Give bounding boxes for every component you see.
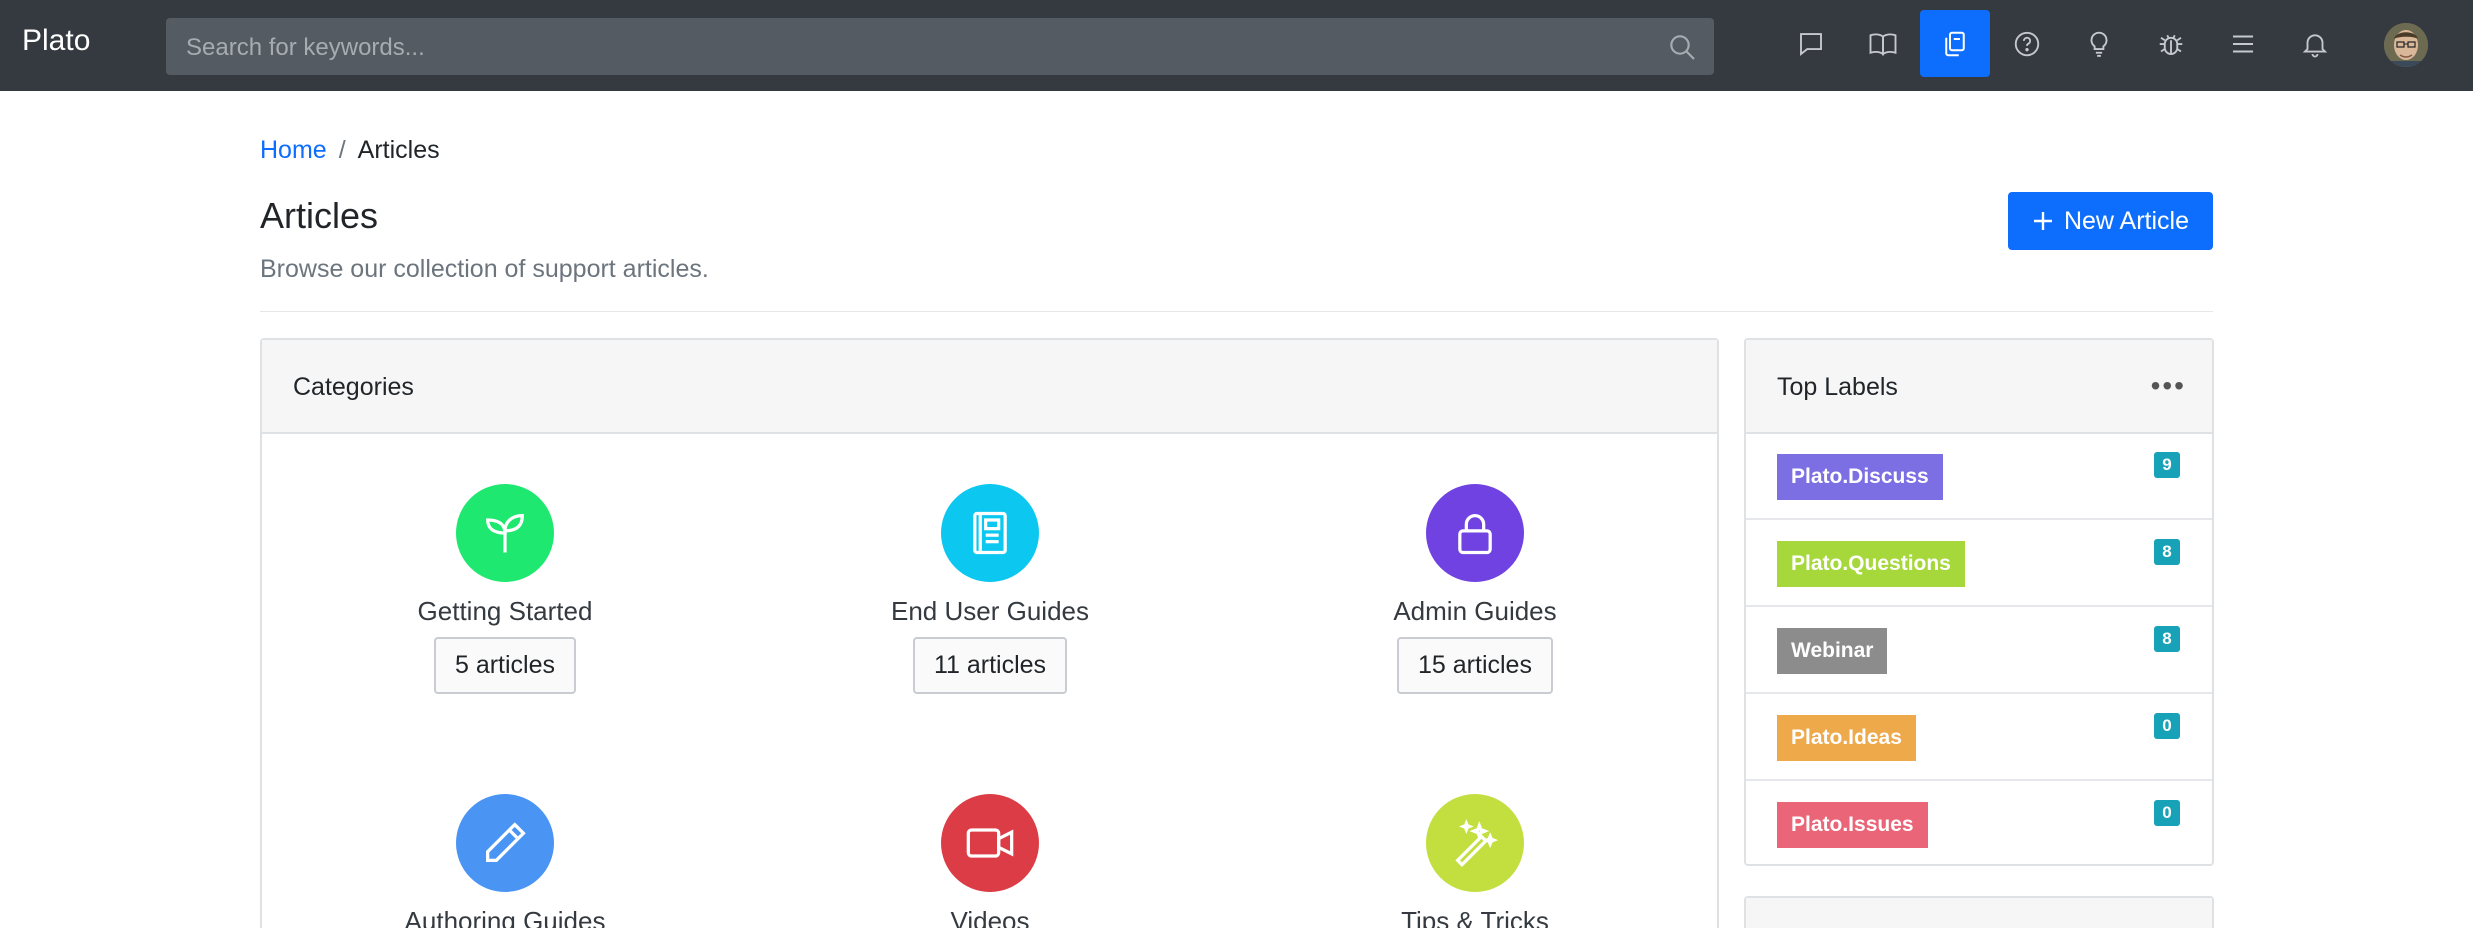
book-icon (973, 511, 1007, 555)
top-labels-card-header: Top Labels ••• (1746, 340, 2212, 434)
category-name[interactable]: Admin Guides (1325, 596, 1625, 627)
category-authoring-guides[interactable]: Authoring Guides (355, 794, 655, 928)
category-name[interactable]: Videos (840, 906, 1140, 928)
category-icon-circle (1426, 794, 1524, 892)
label-tag[interactable]: Plato.Ideas (1777, 715, 1916, 761)
label-row: Plato.Questions 8 (1746, 521, 2212, 607)
docs-button[interactable] (1848, 10, 1918, 77)
user-avatar[interactable] (2384, 23, 2428, 67)
top-labels-title: Top Labels (1777, 373, 1898, 401)
breadcrumb: Home / Articles (260, 136, 440, 165)
label-row: Plato.Ideas 0 (1746, 695, 2212, 781)
breadcrumb-home-link[interactable]: Home (260, 136, 327, 164)
category-icon-circle (941, 484, 1039, 582)
new-article-button[interactable]: New Article (2008, 192, 2213, 250)
notifications-button[interactable] (2280, 10, 2350, 77)
label-count-badge: 8 (2154, 626, 2180, 652)
page-title: Articles (260, 195, 379, 236)
lock-icon (1458, 514, 1492, 555)
label-count-badge: 0 (2154, 713, 2180, 739)
category-name[interactable]: End User Guides (840, 596, 1140, 627)
category-icon-circle (456, 794, 554, 892)
book-open-icon (1869, 32, 1897, 56)
plus-icon (2033, 212, 2052, 230)
search-placeholder: Search for keywords... (186, 34, 425, 61)
label-row: Webinar 8 (1746, 608, 2212, 694)
page-subtitle: Browse our collection of support article… (260, 255, 709, 283)
label-row: Plato.Issues 0 (1746, 782, 2212, 868)
breadcrumb-current: Articles (357, 136, 440, 164)
menu-button[interactable] (2208, 10, 2278, 77)
category-name[interactable]: Authoring Guides (355, 906, 655, 928)
questions-button[interactable] (1992, 10, 2062, 77)
issues-button[interactable] (2136, 10, 2206, 77)
articles-button[interactable] (1920, 10, 1990, 77)
new-article-label: New Article (2063, 206, 2190, 235)
categories-title: Categories (293, 373, 414, 401)
chat-button[interactable] (1776, 10, 1846, 77)
label-row: Plato.Discuss 9 (1746, 434, 2212, 520)
more-dots-icon[interactable]: ••• (2151, 370, 2186, 402)
label-tag[interactable]: Plato.Discuss (1777, 454, 1943, 500)
menu-icon (2233, 35, 2253, 52)
article-count-badge[interactable]: 15 articles (1397, 637, 1553, 694)
categories-card-header: Categories (262, 340, 1717, 434)
categories-card: Categories Getting Started 5 articles En… (260, 338, 1719, 928)
magic-wand-icon (1455, 819, 1499, 867)
bug-icon (2159, 34, 2183, 55)
category-name[interactable]: Tips & Tricks (1325, 906, 1625, 928)
header-divider (260, 311, 2213, 312)
breadcrumb-separator: / (338, 136, 346, 164)
ideas-button[interactable] (2064, 10, 2134, 77)
article-count-badge[interactable]: 11 articles (912, 637, 1068, 694)
avatar-portrait-icon (2384, 23, 2428, 67)
brand-logo[interactable]: Plato (22, 24, 90, 58)
category-getting-started[interactable]: Getting Started 5 articles (355, 484, 655, 694)
category-tips-tricks[interactable]: Tips & Tricks (1325, 794, 1625, 928)
article-count-badge[interactable]: 5 articles (433, 637, 577, 694)
category-end-user-guides[interactable]: End User Guides 11 articles (840, 484, 1140, 694)
top-navbar: Plato Search for keywords... (0, 0, 2473, 91)
documents-icon (1945, 31, 1965, 56)
category-videos[interactable]: Videos (840, 794, 1140, 928)
secondary-sidebar-card (1744, 896, 2214, 928)
label-tag[interactable]: Plato.Issues (1777, 802, 1928, 848)
category-admin-guides[interactable]: Admin Guides 15 articles (1325, 484, 1625, 694)
secondary-card-header (1746, 898, 2212, 928)
top-labels-card: Top Labels ••• Plato.Discuss 9 Plato.Que… (1744, 338, 2214, 866)
lightbulb-icon (2090, 31, 2108, 57)
sprout-icon (486, 514, 524, 553)
label-count-badge: 9 (2154, 452, 2180, 478)
search-icon[interactable] (1666, 31, 1698, 63)
bell-icon (2302, 33, 2328, 57)
pencil-icon (486, 822, 526, 862)
category-icon-circle (1426, 484, 1524, 582)
category-name[interactable]: Getting Started (355, 596, 655, 627)
label-count-badge: 0 (2154, 800, 2180, 826)
label-count-badge: 8 (2154, 539, 2180, 565)
label-tag[interactable]: Plato.Questions (1777, 541, 1965, 587)
chat-icon (1800, 32, 1822, 56)
search-input[interactable]: Search for keywords... (166, 18, 1714, 75)
question-icon (2014, 31, 2040, 56)
category-icon-circle (941, 794, 1039, 892)
video-icon (966, 828, 1014, 858)
category-icon-circle (456, 484, 554, 582)
label-tag[interactable]: Webinar (1777, 628, 1888, 674)
